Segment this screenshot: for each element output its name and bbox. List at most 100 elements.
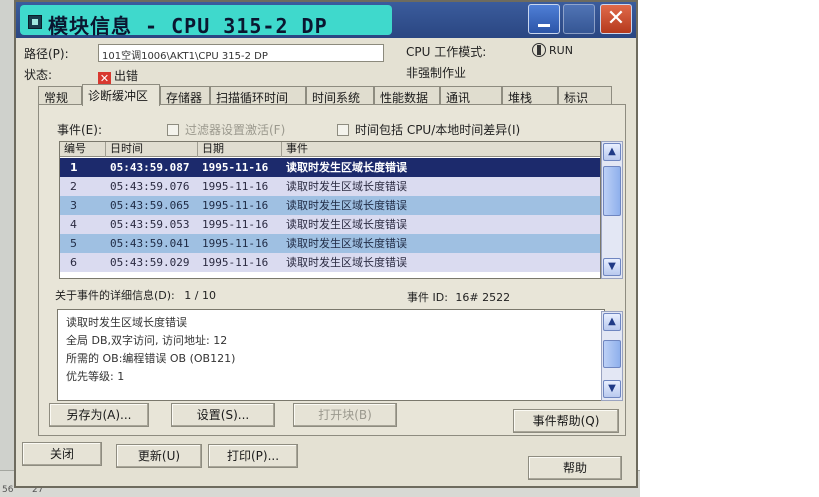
scroll-down-arrow-icon[interactable]: ▼ (603, 380, 621, 398)
detail-line: 优先等级: 1 (66, 370, 125, 383)
row-time: 05:43:59.087 (110, 161, 190, 174)
row-time: 05:43:59.053 (110, 218, 190, 231)
settings-button[interactable]: 设置(S)... (171, 403, 275, 427)
row-time: 05:43:59.065 (110, 199, 190, 212)
row-date: 1995-11-16 (202, 256, 269, 269)
details-label: 关于事件的详细信息(D): 1 / 10 (55, 287, 216, 303)
filter-checkbox-row: 过滤器设置激活(F) (167, 121, 285, 138)
details-label-text: 关于事件的详细信息(D): (55, 289, 175, 302)
filter-checkbox-label: 过滤器设置激活(F) (185, 123, 286, 137)
events-table[interactable]: 编号 日时间 日期 事件 1 05:43:59.087 1995-11-16 读… (59, 141, 601, 279)
column-header-event[interactable]: 事件 (282, 142, 600, 157)
row-date: 1995-11-16 (202, 180, 269, 193)
maximize-button[interactable] (563, 4, 595, 34)
module-info-dialog: 模块信息 - CPU 315-2 DP ✕ 路径(P): 101空调1006\A… (14, 0, 638, 488)
tab-diagnostic-buffer[interactable]: 诊断缓冲区 (82, 84, 160, 106)
tab-time-system[interactable]: 时间系统 (306, 86, 374, 105)
row-event: 读取时发生区域长度错误 (286, 237, 407, 250)
status-value: ✕ 出错 (98, 67, 138, 85)
row-event: 读取时发生区域长度错误 (286, 199, 407, 212)
minimize-button[interactable] (528, 4, 560, 34)
detail-line: 读取时发生区域长度错误 (66, 316, 187, 329)
row-number: 6 (70, 256, 77, 269)
time-difference-checkbox[interactable] (337, 124, 349, 136)
column-header-date[interactable]: 日期 (198, 142, 282, 157)
open-block-button[interactable]: 打开块(B) (293, 403, 397, 427)
path-label: 路径(P): (24, 47, 69, 61)
cpu-mode-text: RUN (549, 44, 573, 57)
events-label: 事件(E): (57, 123, 102, 137)
background-status-value-1: 56 (2, 485, 14, 495)
event-details-box[interactable]: 读取时发生区域长度错误 全局 DB,双字访问, 访问地址: 12 所需的 OB:… (57, 309, 605, 401)
cpu-mode-value: RUN (532, 43, 573, 57)
scroll-thumb[interactable] (603, 166, 621, 216)
diagnostic-buffer-panel: 事件(E): 过滤器设置激活(F) 时间包括 CPU/本地时间差异(I) 编号 … (38, 104, 626, 436)
run-icon (532, 43, 546, 57)
row-number: 2 (70, 180, 77, 193)
event-id-value: 16# 2522 (455, 291, 511, 304)
detail-line: 所需的 OB:编程错误 OB (OB121) (66, 352, 236, 365)
table-row[interactable]: 1 05:43:59.087 1995-11-16 读取时发生区域长度错误 (60, 158, 600, 177)
tab-performance-data[interactable]: 性能数据 (374, 86, 440, 105)
row-time: 05:43:59.041 (110, 237, 190, 250)
row-event: 读取时发生区域长度错误 (286, 256, 407, 269)
event-help-button[interactable]: 事件帮助(Q) (513, 409, 619, 433)
table-row[interactable]: 4 05:43:59.053 1995-11-16 读取时发生区域长度错误 (60, 215, 600, 234)
event-id: 事件 ID: 16# 2522 (407, 289, 510, 305)
table-row[interactable]: 3 05:43:59.065 1995-11-16 读取时发生区域长度错误 (60, 196, 600, 215)
tab-stacks[interactable]: 堆栈 (502, 86, 558, 105)
close-window-button[interactable]: ✕ (600, 4, 632, 34)
table-header: 编号 日时间 日期 事件 (60, 142, 600, 157)
row-number: 3 (70, 199, 77, 212)
background-blank-area (637, 0, 819, 497)
column-header-no[interactable]: 编号 (60, 142, 106, 157)
tab-memory[interactable]: 存储器 (160, 86, 210, 105)
detail-line: 全局 DB,双字访问, 访问地址: 12 (66, 334, 228, 347)
time-difference-checkbox-row: 时间包括 CPU/本地时间差异(I) (337, 121, 520, 138)
row-number: 1 (70, 161, 78, 174)
row-number: 4 (70, 218, 77, 231)
close-button[interactable]: 关闭 (22, 442, 102, 466)
row-number: 5 (70, 237, 77, 250)
row-time: 05:43:59.076 (110, 180, 190, 193)
row-event: 读取时发生区域长度错误 (286, 161, 407, 174)
status-label: 状态: (24, 68, 53, 82)
cpu-mode-label: CPU 工作模式: (406, 45, 487, 59)
window-title: 模块信息 - CPU 315-2 DP (48, 14, 328, 38)
scroll-up-arrow-icon[interactable]: ▲ (603, 143, 621, 161)
row-date: 1995-11-16 (202, 161, 269, 174)
row-event: 读取时发生区域长度错误 (286, 218, 407, 231)
path-field: 101空调1006\AKT1\CPU 315-2 DP (98, 44, 384, 62)
status-text: 出错 (114, 69, 139, 83)
scroll-thumb[interactable] (603, 340, 621, 368)
close-icon: ✕ (606, 6, 626, 31)
help-button[interactable]: 帮助 (528, 456, 622, 480)
tab-general[interactable]: 常规 (38, 86, 82, 105)
app-icon (28, 15, 42, 29)
row-time: 05:43:59.029 (110, 256, 190, 269)
print-button[interactable]: 打印(P)... (208, 444, 298, 468)
tab-scan-cycle-time[interactable]: 扫描循环时间 (210, 86, 306, 105)
details-scrollbar[interactable]: ▲ ▼ (601, 311, 623, 401)
event-id-label: 事件 ID: (407, 291, 448, 304)
column-header-time[interactable]: 日时间 (106, 142, 198, 157)
title-bar[interactable]: 模块信息 - CPU 315-2 DP ✕ (16, 2, 636, 38)
scroll-down-arrow-icon[interactable]: ▼ (603, 258, 621, 276)
table-row[interactable]: 2 05:43:59.076 1995-11-16 读取时发生区域长度错误 (60, 177, 600, 196)
row-date: 1995-11-16 (202, 237, 269, 250)
force-label: 非强制作业 (406, 66, 467, 80)
tab-communication[interactable]: 通讯 (440, 86, 502, 105)
scroll-up-arrow-icon[interactable]: ▲ (603, 313, 621, 331)
update-button[interactable]: 更新(U) (116, 444, 202, 468)
row-date: 1995-11-16 (202, 199, 269, 212)
table-row[interactable]: 5 05:43:59.041 1995-11-16 读取时发生区域长度错误 (60, 234, 600, 253)
save-as-button[interactable]: 另存为(A)... (49, 403, 149, 427)
row-event: 读取时发生区域长度错误 (286, 180, 407, 193)
row-date: 1995-11-16 (202, 218, 269, 231)
details-position: 1 / 10 (184, 289, 216, 302)
table-row[interactable]: 6 05:43:59.029 1995-11-16 读取时发生区域长度错误 (60, 253, 600, 272)
time-difference-checkbox-label: 时间包括 CPU/本地时间差异(I) (355, 123, 521, 137)
filter-checkbox[interactable] (167, 124, 179, 136)
tab-identification[interactable]: 标识 (558, 86, 612, 105)
events-scrollbar[interactable]: ▲ ▼ (601, 141, 623, 279)
